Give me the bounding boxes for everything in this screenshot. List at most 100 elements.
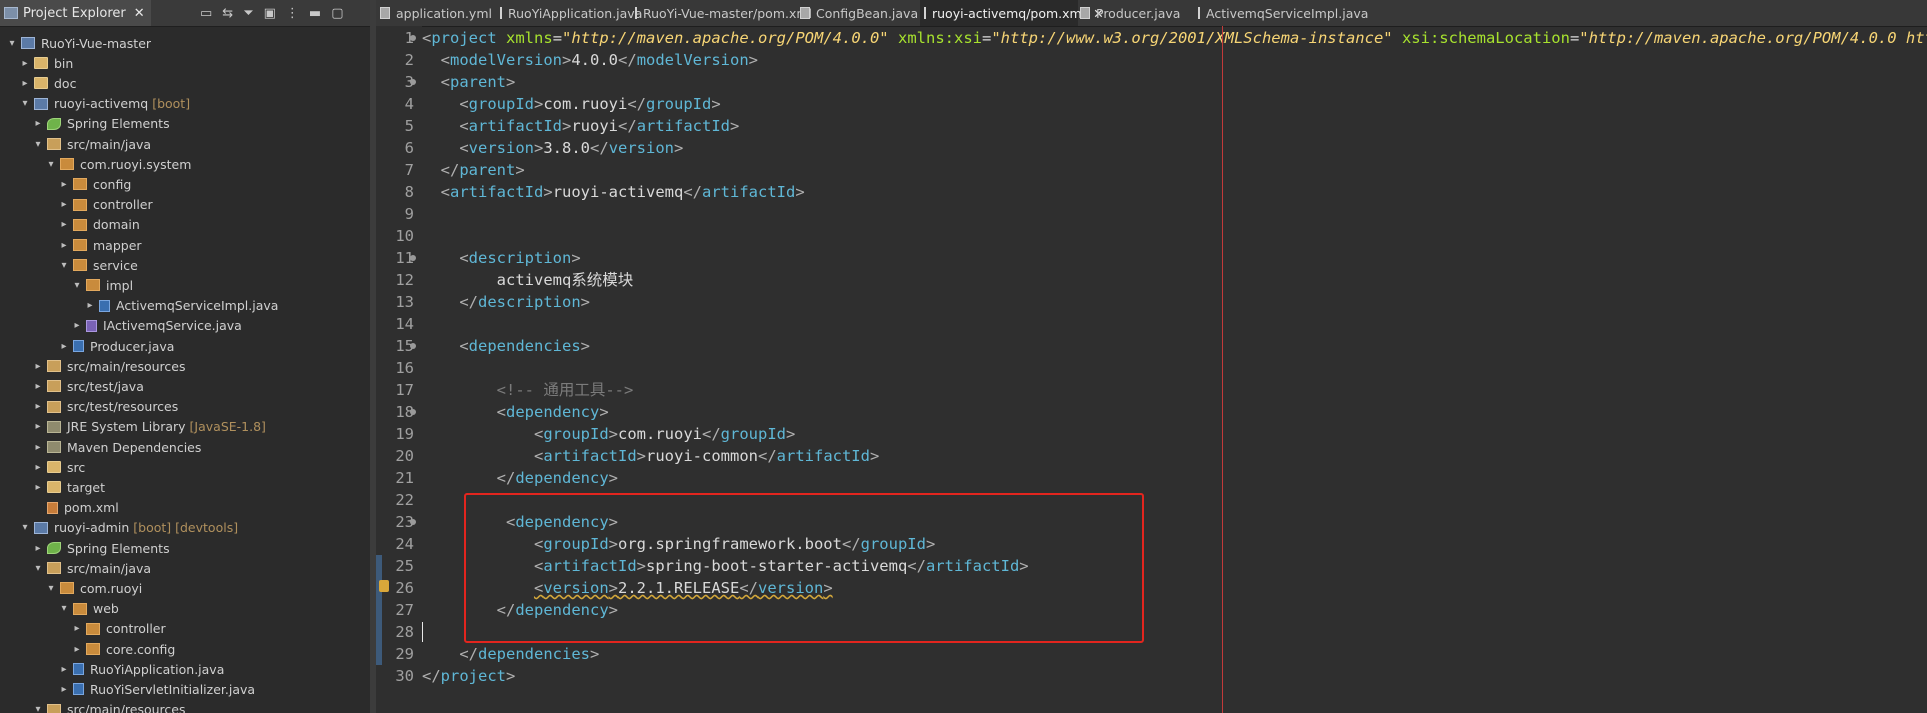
editor-tab[interactable]: ConfigBean.java	[796, 0, 922, 26]
collapse-all-icon[interactable]: ▭	[200, 6, 212, 21]
chevron-right-icon[interactable]: ▸	[32, 543, 44, 554]
close-icon[interactable]: ✕	[134, 6, 145, 21]
tree-item[interactable]: ▸ controller	[71, 619, 165, 639]
editor-tab[interactable]: RuoYiApplication.java	[496, 0, 642, 26]
tree-item[interactable]: ▸ controller	[58, 195, 152, 215]
tree-item[interactable]: ▸ bin	[19, 53, 73, 73]
tree-item[interactable]: ▸ config	[58, 174, 131, 194]
chevron-right-icon[interactable]: ▸	[32, 381, 44, 392]
tree-item[interactable]: ▸ core.config	[71, 639, 175, 659]
chevron-right-icon[interactable]: ▸	[32, 401, 44, 412]
filter-icon[interactable]: ⏷	[243, 6, 253, 21]
code-token: >	[748, 51, 759, 69]
chevron-right-icon[interactable]: ▸	[58, 179, 70, 190]
chevron-down-icon[interactable]: ▾	[45, 583, 57, 594]
chevron-right-icon[interactable]: ▸	[71, 644, 83, 655]
chevron-right-icon[interactable]: ▸	[32, 482, 44, 493]
link-with-editor-icon[interactable]: ⇆	[222, 6, 233, 21]
tree-item[interactable]: ▸ Maven Dependencies	[32, 437, 201, 457]
chevron-right-icon[interactable]: ▸	[58, 341, 70, 352]
fold-toggle-icon[interactable]	[410, 79, 416, 85]
chevron-right-icon[interactable]: ▸	[58, 664, 70, 675]
editor-tab[interactable]: Producer.java	[1076, 0, 1196, 26]
chevron-down-icon[interactable]: ▾	[32, 563, 44, 574]
editor-tab[interactable]: ruoyi-activemq/pom.xml ✕	[920, 0, 1104, 26]
chevron-right-icon[interactable]: ▸	[32, 118, 44, 129]
tree-item[interactable]: ▸ RuoYiServletInitializer.java	[58, 679, 255, 699]
tree-item[interactable]: ▸ ActivemqServiceImpl.java	[84, 296, 278, 316]
code-token: >	[562, 51, 572, 69]
tree-item[interactable]: ▸ Producer.java	[58, 336, 174, 356]
tree-item-label: doc	[54, 75, 77, 91]
chevron-right-icon[interactable]: ▸	[32, 361, 44, 372]
tree-item[interactable]: ▾ com.ruoyi	[45, 578, 142, 598]
tree-item[interactable]: ▸ mapper	[58, 235, 141, 255]
chevron-down-icon[interactable]: ▾	[32, 139, 44, 150]
tree-item[interactable]: ▾ src/main/java	[32, 558, 151, 578]
fold-toggle-icon[interactable]	[410, 409, 416, 415]
tree-item[interactable]: ▾ web	[58, 599, 118, 619]
chevron-right-icon[interactable]: ▸	[32, 421, 44, 432]
tree-item[interactable]: ▾ service	[58, 255, 137, 275]
tree-item[interactable]: ▸ src/main/resources	[32, 356, 185, 376]
fold-toggle-icon[interactable]	[410, 255, 416, 261]
chevron-down-icon[interactable]: ▾	[58, 260, 70, 271]
fold-toggle-icon[interactable]	[410, 343, 416, 349]
chevron-right-icon[interactable]: ▸	[19, 58, 31, 69]
tree-item[interactable]: pom.xml	[32, 498, 119, 518]
tree-item[interactable]: ▸ target	[32, 477, 105, 497]
editor-tab-label: Producer.java	[1096, 5, 1181, 21]
tree-item[interactable]: ▸ src/test/resources	[32, 397, 178, 417]
tree-item[interactable]: ▸ src/test/java	[32, 376, 144, 396]
tree-item[interactable]: ▾ ruoyi-activemq [boot]	[19, 94, 190, 114]
line-content: <version>3.8.0</version>	[422, 137, 683, 159]
package-icon	[73, 178, 87, 191]
tree-item[interactable]: ▸ JRE System Library [JavaSE-1.8]	[32, 417, 265, 437]
chevron-down-icon[interactable]: ▾	[58, 603, 70, 614]
tree-item[interactable]: ▾ impl	[71, 275, 133, 295]
tree-item-label: src/test/java	[67, 378, 144, 394]
tree-item[interactable]: ▸ domain	[58, 215, 139, 235]
warning-icon[interactable]	[379, 580, 389, 592]
project-explorer-tab[interactable]: Project Explorer ✕	[0, 0, 151, 26]
editor-tab[interactable]: ActivemqServiceImpl.java	[1194, 0, 1368, 26]
tree-item[interactable]: ▸ doc	[19, 73, 76, 93]
code-token: >	[534, 139, 544, 157]
tree-item[interactable]: ▸ IActivemqService.java	[71, 316, 241, 336]
chevron-right-icon[interactable]: ▸	[19, 78, 31, 89]
chevron-right-icon[interactable]: ▸	[71, 623, 83, 634]
chevron-right-icon[interactable]: ▸	[58, 684, 70, 695]
code-line: 14	[376, 313, 1927, 335]
maximize-icon[interactable]: ▢	[331, 6, 343, 21]
chevron-down-icon[interactable]: ▾	[32, 704, 44, 713]
chevron-right-icon[interactable]: ▸	[58, 240, 70, 251]
chevron-right-icon[interactable]: ▸	[58, 199, 70, 210]
chevron-down-icon[interactable]: ▾	[19, 522, 31, 533]
chevron-down-icon[interactable]: ▾	[71, 280, 83, 291]
tree-item[interactable]: ▾ src/main/java	[32, 134, 151, 154]
fold-toggle-icon[interactable]	[410, 35, 416, 41]
chevron-right-icon[interactable]: ▸	[32, 462, 44, 473]
view-menu-icon[interactable]: ⋮	[286, 6, 299, 21]
chevron-down-icon[interactable]: ▾	[6, 38, 18, 49]
chevron-right-icon[interactable]: ▸	[71, 320, 83, 331]
minimize-icon[interactable]: ▬	[309, 6, 321, 21]
editor-tab[interactable]: RuoYi-Vue-master/pom.xml	[631, 0, 812, 26]
chevron-down-icon[interactable]: ▾	[19, 98, 31, 109]
tree-item[interactable]: ▾ ruoyi-admin [boot] [devtools]	[19, 518, 238, 538]
tree-item[interactable]: ▸ Spring Elements	[32, 114, 169, 134]
tree-item[interactable]: ▸ RuoYiApplication.java	[58, 659, 224, 679]
tree-item[interactable]: ▸ src	[32, 457, 85, 477]
code-token: <	[459, 139, 469, 157]
tree-item[interactable]: ▾ RuoYi-Vue-master	[6, 33, 151, 53]
tree-item[interactable]: ▸ Spring Elements	[32, 538, 169, 558]
chevron-right-icon[interactable]: ▸	[58, 219, 70, 230]
tree-item[interactable]: ▾ com.ruoyi.system	[45, 154, 191, 174]
chevron-right-icon[interactable]: ▸	[84, 300, 96, 311]
chevron-down-icon[interactable]: ▾	[45, 159, 57, 170]
tree-item[interactable]: ▾ src/main/resources	[32, 700, 185, 713]
editor-tab[interactable]: application.yml	[376, 0, 498, 26]
chevron-right-icon[interactable]: ▸	[32, 442, 44, 453]
focus-icon[interactable]: ▣	[264, 6, 276, 21]
fold-toggle-icon[interactable]	[410, 519, 416, 525]
